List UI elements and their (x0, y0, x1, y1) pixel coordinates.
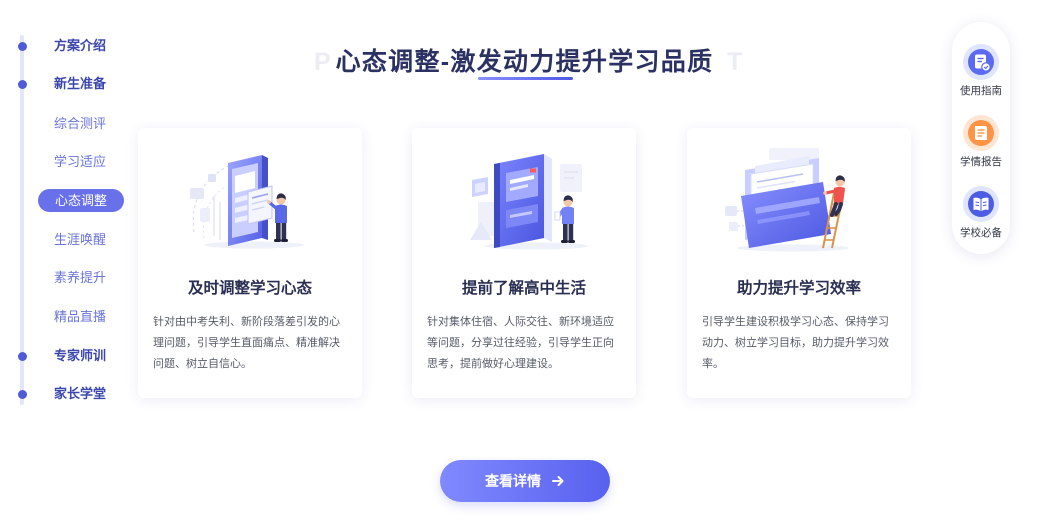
arrow-right-icon (552, 476, 564, 486)
timeline-line (20, 35, 24, 405)
feature-card: 及时调整学习心态 针对由中考失利、新阶段落差引发的心理问题，引导学生直面痛点、精… (138, 128, 362, 398)
sidebar-item-learning-adaptation[interactable]: 学习适应 (54, 152, 106, 172)
floating-document (247, 185, 273, 225)
quick-item-report[interactable]: 学情报告 (952, 115, 1010, 171)
timeline-dot (18, 80, 27, 89)
sidebar-item-plan-intro[interactable]: 方案介绍 (54, 36, 106, 56)
quick-item-school[interactable]: 学校必备 (952, 186, 1010, 242)
folder-ladder-illustration (725, 148, 849, 252)
feature-card: 提前了解高中生活 针对集体住宿、人际交往、新环境适应等问题，分享过往经验，引导学… (412, 128, 636, 398)
quick-item-label: 学校必备 (960, 227, 1002, 239)
view-details-button[interactable]: 查看详情 (440, 460, 610, 502)
sidebar-item-parent-school[interactable]: 家长学堂 (54, 384, 106, 404)
card-title: 助力提升学习效率 (736, 280, 861, 297)
quick-item-label: 使用指南 (960, 85, 1002, 97)
card-description: 引导学生建设积极学习心态、保持学习动力、树立学习目标，助力提升学习效率。 (702, 316, 889, 370)
person (554, 195, 575, 243)
card-title: 提前了解高中生活 (461, 280, 586, 297)
title-underline (478, 77, 573, 80)
quick-item-label: 学情报告 (960, 156, 1002, 168)
sidebar-item-live-courses[interactable]: 精品直播 (54, 307, 106, 327)
sidebar-item-freshman-prep[interactable]: 新生准备 (54, 74, 106, 94)
sidebar-item-literacy-improvement[interactable]: 素养提升 (54, 268, 106, 288)
timeline-dot (18, 390, 27, 399)
book (494, 154, 552, 248)
folder (741, 156, 831, 248)
page-title: 心态调整-激发动力提升学习品质 (335, 48, 714, 76)
card-title: 及时调整学习心态 (187, 280, 312, 297)
view-details-label: 查看详情 (485, 473, 541, 489)
feature-card: 助力提升学习效率 引导学生建设积极学习心态、保持学习动力、树立学习目标，助力提升… (687, 128, 911, 398)
card-description: 针对由中考失利、新阶段落差引发的心理问题，引导学生直面痛点、精准解决问题、树立自… (153, 316, 340, 370)
sidebar-nav: 方案介绍 新生准备 综合测评 学习适应 心态调整 生涯唤醒 素养提升 精品直播 … (0, 0, 130, 532)
sidebar-item-expert-training[interactable]: 专家师训 (54, 346, 106, 366)
guide-document-icon (963, 44, 999, 80)
sidebar-item-mindset-adjustment[interactable]: 心态调整 (38, 189, 124, 212)
timeline-dot (18, 352, 27, 361)
card-description: 针对集体住宿、人际交往、新环境适应等问题，分享过往经验，引导学生正向思考，提前做… (427, 316, 614, 370)
timeline-dot (18, 42, 27, 51)
book-person-illustration (470, 154, 588, 250)
phone-person-illustration (190, 155, 304, 249)
school-book-icon (963, 186, 999, 222)
sidebar-item-assessment[interactable]: 综合测评 (54, 114, 106, 134)
quick-item-guide[interactable]: 使用指南 (952, 44, 1010, 100)
quick-access-panel: 使用指南 学情报告 学校必备 (952, 22, 1010, 254)
sidebar-item-career-awakening[interactable]: 生涯唤醒 (54, 230, 106, 250)
report-document-icon (963, 115, 999, 151)
